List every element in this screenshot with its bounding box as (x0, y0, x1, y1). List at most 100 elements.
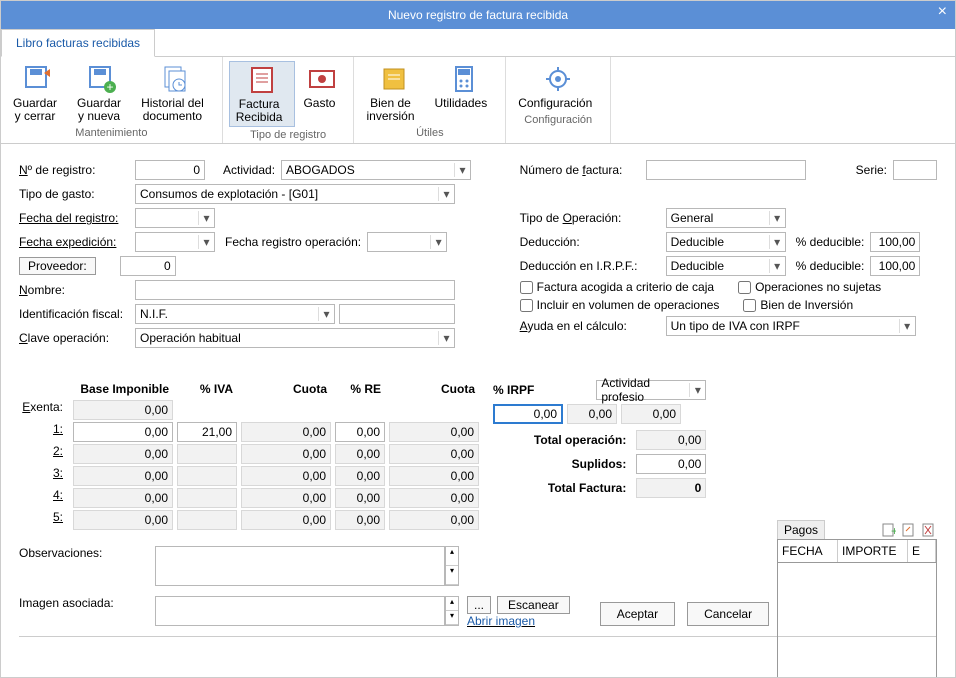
pct-deducible-input[interactable] (870, 232, 920, 252)
num-registro-input[interactable] (135, 160, 205, 180)
historial-button[interactable]: Historial del documento (135, 61, 216, 125)
row-5-label: 5: (19, 510, 63, 530)
ribbon-group-label: Tipo de registro (229, 129, 348, 141)
proveedor-button[interactable]: Proveedor: (19, 257, 96, 275)
configuracion-button[interactable]: Configuración (512, 61, 604, 112)
row-4-label: 4: (19, 488, 63, 508)
idf-valor-input[interactable] (339, 304, 455, 324)
fecha-registro-input[interactable]: ▾ (135, 208, 215, 228)
utilidades-button[interactable]: Utilidades (429, 61, 500, 125)
close-icon[interactable]: × (938, 3, 947, 21)
pct-deducible-label: % deducible: (796, 235, 865, 249)
irpf-input[interactable] (493, 404, 563, 424)
pct-deducible-irpf-input[interactable] (870, 256, 920, 276)
save-new-icon: + (86, 63, 118, 95)
chevron-down-icon[interactable]: ▾ (899, 319, 915, 333)
iva-grid: Base Imponible % IVA Cuota % RE Cuota Ex… (19, 380, 479, 530)
col-cuota2: Cuota (389, 380, 479, 398)
suplidos-input[interactable] (636, 454, 706, 474)
escanear-button[interactable]: Escanear (497, 596, 570, 614)
guardar-nueva-button[interactable]: + Guardar y nueva (71, 61, 133, 125)
row-1-re[interactable] (335, 422, 385, 442)
guardar-cerrar-button[interactable]: Guardar y cerrar (7, 61, 69, 125)
cancelar-button[interactable]: Cancelar (687, 602, 769, 626)
nombre-input[interactable] (135, 280, 455, 300)
ayuda-label: Ayuda en el cálculo: (520, 319, 660, 333)
ribbon-label: Guardar y cerrar (13, 97, 57, 123)
clave-op-label: Clave operación: (19, 331, 129, 345)
chevron-down-icon[interactable]: ▾ (438, 187, 454, 201)
abrir-imagen-link[interactable]: Abrir imagen (467, 614, 535, 628)
imagen-input[interactable] (155, 596, 445, 626)
exenta-value: 0,00 (73, 400, 173, 420)
bien-inversion-button[interactable]: Bien de inversión (360, 61, 426, 125)
observaciones-spinner[interactable]: ▴▾ (445, 546, 459, 586)
expense-icon (306, 63, 338, 95)
cb-bien[interactable]: Bien de Inversión (743, 298, 853, 312)
ribbon-label: Factura Recibida (236, 98, 283, 124)
tab-libro-facturas[interactable]: Libro facturas recibidas (1, 29, 155, 57)
cb-caja[interactable]: Factura acogida a criterio de caja (520, 280, 714, 294)
idf-label: Identificación fiscal: (19, 307, 129, 321)
observaciones-input[interactable] (155, 546, 445, 586)
chevron-down-icon[interactable]: ▾ (689, 383, 705, 397)
clave-op-dropdown[interactable]: Operación habitual ▾ (135, 328, 455, 348)
actividad-dropdown[interactable]: ABOGADOS ▾ (281, 160, 471, 180)
tipo-gasto-dropdown[interactable]: Consumos de explotación - [G01] ▾ (135, 184, 455, 204)
actividad-prof-dropdown[interactable]: Actividad profesio ▾ (596, 380, 706, 400)
imagen-spinner[interactable]: ▴▾ (445, 596, 459, 626)
window-title: Nuevo registro de factura recibida (388, 8, 568, 22)
chevron-down-icon[interactable]: ▾ (318, 307, 334, 321)
tipo-op-dropdown[interactable]: General ▾ (666, 208, 786, 228)
total-fac-value: 0 (636, 478, 706, 498)
suplidos-label: Suplidos: (506, 457, 626, 471)
serie-input[interactable] (893, 160, 937, 180)
proveedor-input[interactable] (120, 256, 176, 276)
cb-nosujetas[interactable]: Operaciones no sujetas (738, 280, 881, 294)
gear-icon (542, 63, 574, 95)
fecha-reg-op-input[interactable]: ▾ (367, 232, 447, 252)
tabbar: Libro facturas recibidas (1, 29, 955, 57)
row-1-iva[interactable] (177, 422, 237, 442)
pagos-edit-icon[interactable] (901, 522, 917, 538)
ribbon-label: Configuración (518, 97, 592, 110)
num-factura-label: Número de factura: (520, 163, 640, 177)
pagos-delete-icon[interactable] (921, 522, 937, 538)
chevron-up-icon: ▴ (446, 547, 458, 566)
row-1-base[interactable] (73, 422, 173, 442)
fecha-expedicion-label: Fecha expedición: (19, 235, 129, 249)
pagos-table[interactable]: FECHA IMPORTE E (777, 539, 937, 677)
ayuda-dropdown[interactable]: Un tipo de IVA con IRPF ▾ (666, 316, 916, 336)
irpf-ro2: 0,00 (621, 404, 681, 424)
fecha-expedicion-input[interactable]: ▾ (135, 232, 215, 252)
num-factura-input[interactable] (646, 160, 806, 180)
chevron-down-icon[interactable]: ▾ (769, 235, 785, 249)
idf-tipo-dropdown[interactable]: N.I.F. ▾ (135, 304, 335, 324)
ribbon: Guardar y cerrar + Guardar y nueva Histo… (1, 57, 955, 144)
ribbon-label: Bien de inversión (366, 97, 414, 123)
chevron-down-icon[interactable]: ▾ (769, 259, 785, 273)
aceptar-button[interactable]: Aceptar (600, 602, 675, 626)
pagos-title: Pagos (777, 520, 825, 539)
col-cuota: Cuota (241, 380, 331, 398)
browse-button[interactable]: ... (467, 596, 491, 614)
chevron-down-icon[interactable]: ▾ (769, 211, 785, 225)
dropdown-value: ABOGADOS (282, 163, 454, 177)
chevron-down-icon[interactable]: ▾ (430, 235, 446, 249)
dropdown-value: N.I.F. (136, 307, 318, 321)
chevron-down-icon[interactable]: ▾ (454, 163, 470, 177)
col-irpf: % IRPF (493, 383, 534, 397)
gasto-button[interactable]: Gasto (297, 61, 347, 127)
deduccion-dropdown[interactable]: Deducible ▾ (666, 232, 786, 252)
ribbon-group-label: Configuración (512, 114, 604, 126)
pagos-add-icon[interactable]: + (881, 522, 897, 538)
cb-volumen[interactable]: Incluir en volumen de operaciones (520, 298, 720, 312)
factura-recibida-button[interactable]: Factura Recibida (229, 61, 296, 127)
deduccion-irpf-dropdown[interactable]: Deducible ▾ (666, 256, 786, 276)
chevron-down-icon[interactable]: ▾ (198, 211, 214, 225)
num-registro-label: NNº de registro:º de registro: (19, 163, 129, 177)
chevron-down-icon[interactable]: ▾ (198, 235, 214, 249)
dropdown-value: Consumos de explotación - [G01] (136, 187, 438, 201)
irpf-ro1: 0,00 (567, 404, 617, 424)
chevron-down-icon[interactable]: ▾ (438, 331, 454, 345)
